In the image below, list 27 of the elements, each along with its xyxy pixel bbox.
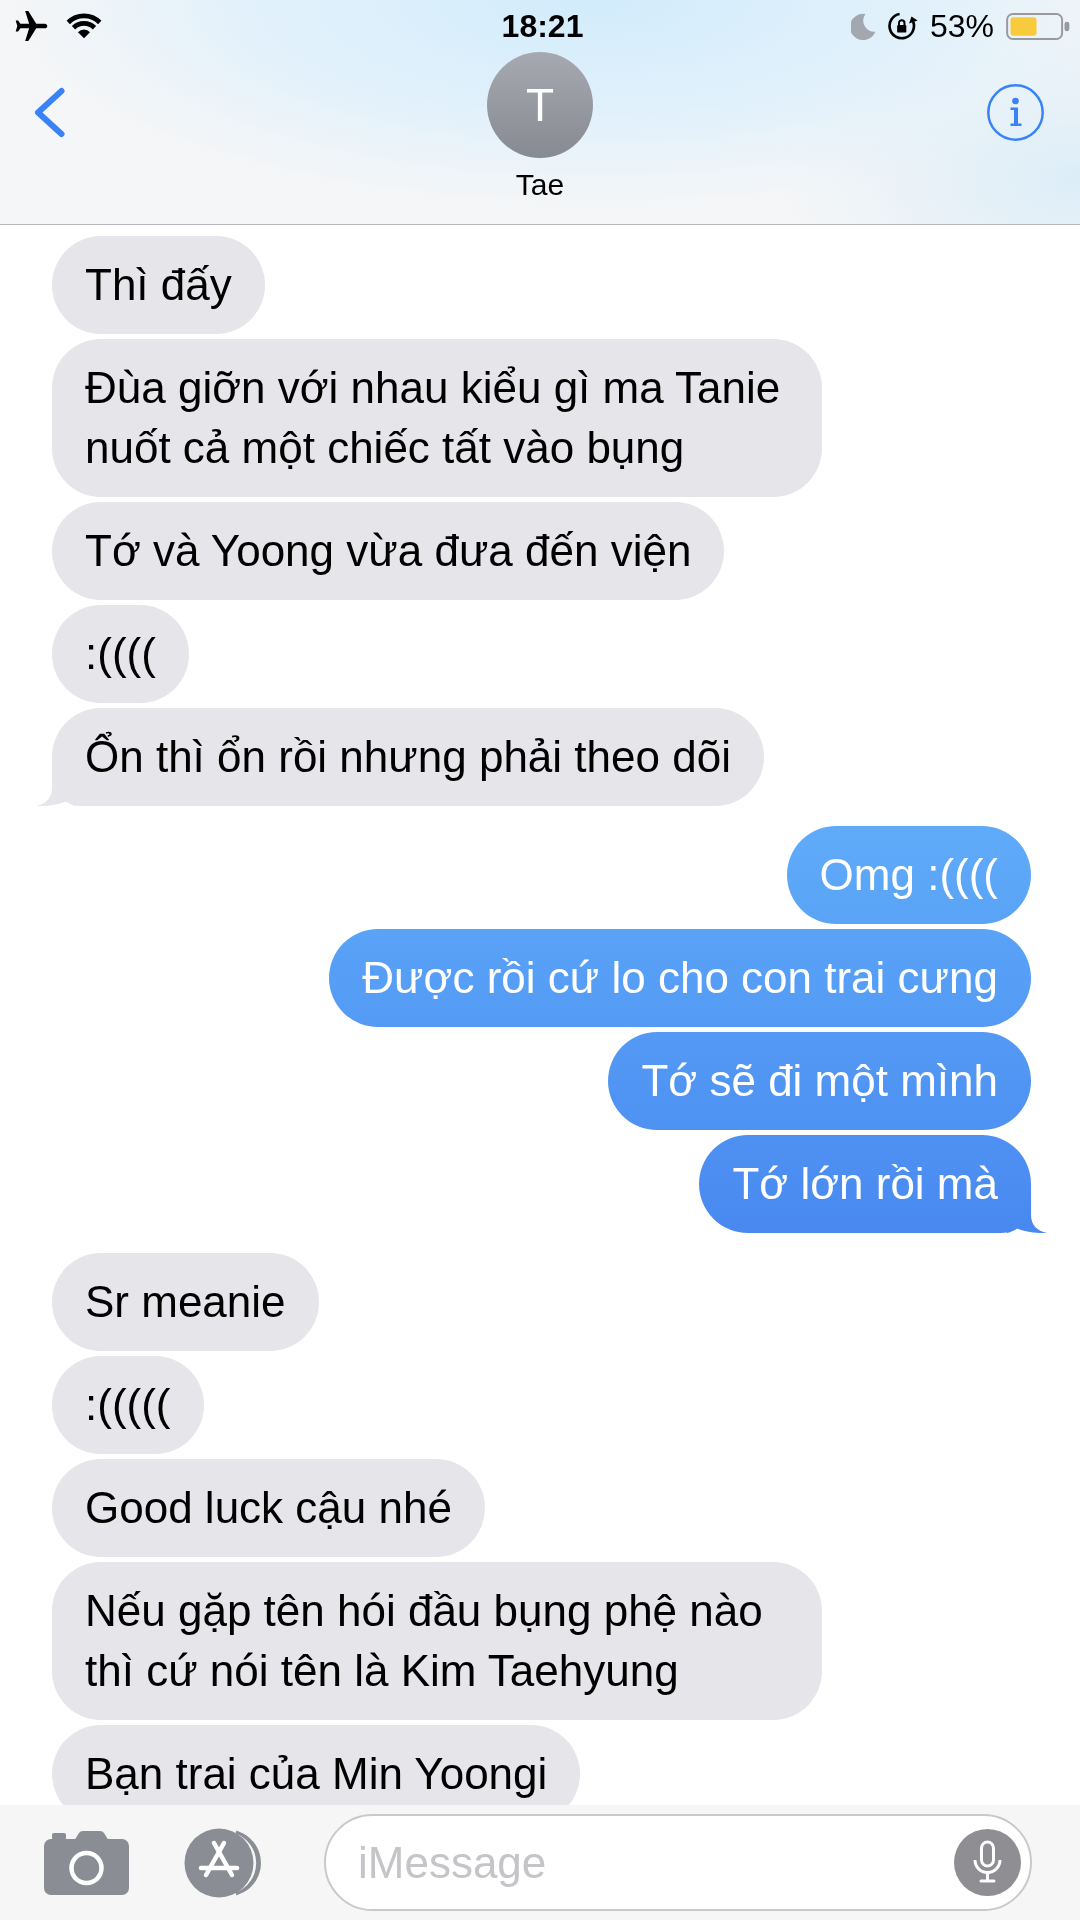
message-bubble: :((((: [52, 605, 189, 703]
message-bubble: Ổn thì ổn rồi nhưng phải theo dõi: [52, 708, 764, 806]
message-bubble: Được rồi cứ lo cho con trai cưng: [329, 929, 1031, 1027]
message-bubble: Tớ sẽ đi một mình: [608, 1032, 1031, 1130]
message-bubble: Omg :((((: [786, 826, 1031, 924]
airplane-icon: [15, 11, 48, 41]
battery-percentage: 53%: [929, 7, 994, 45]
message-bubble: Bạn trai của Min Yoongi: [52, 1725, 581, 1805]
rotation-lock-icon: [887, 11, 918, 41]
contact-name[interactable]: Tae: [515, 168, 565, 202]
wifi-icon: [66, 13, 102, 39]
back-icon[interactable]: [33, 87, 66, 138]
message-bubble: Tớ lớn rồi mà: [699, 1135, 1031, 1233]
microphone-icon[interactable]: [954, 1829, 1021, 1896]
message-bubble: Sr meanie: [52, 1253, 319, 1351]
moon-icon: [850, 12, 876, 40]
info-icon[interactable]: [987, 84, 1044, 141]
camera-icon[interactable]: [44, 1830, 129, 1895]
message-bubble: Tớ và Yoong vừa đưa đến viện: [52, 502, 725, 600]
message-bubble: Nếu gặp tên hói đầu bụng phệ nào thì cứ nói tên là Kim Taehyung: [52, 1562, 822, 1720]
message-input-field[interactable]: iMessage: [324, 1814, 1032, 1911]
status-time: 18:21: [501, 7, 584, 45]
message-bubble: Good luck cậu nhé: [52, 1459, 485, 1557]
battery-icon: [1006, 12, 1070, 40]
message-bubble: :(((((: [52, 1356, 204, 1454]
message-bubble: Thì đấy: [52, 236, 265, 334]
message-bubble: Đùa giỡn với nhau kiểu gì ma Tanie nuốt cả một chiếc tất vào bụng: [52, 339, 822, 497]
